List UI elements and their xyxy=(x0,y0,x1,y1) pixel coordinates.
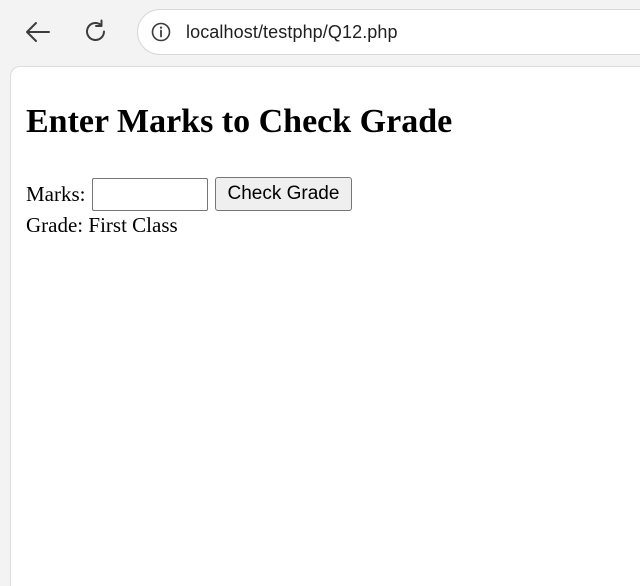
page-viewport: Enter Marks to Check Grade Marks: Check … xyxy=(10,66,640,586)
browser-toolbar: localhost/testphp/Q12.php xyxy=(0,0,640,66)
marks-label: Marks: xyxy=(26,181,86,206)
reload-icon[interactable] xyxy=(82,18,110,46)
marks-form: Marks: Check Grade xyxy=(26,177,353,211)
grade-label: Grade: xyxy=(26,213,84,237)
check-grade-button[interactable]: Check Grade xyxy=(214,177,353,211)
page-title: Enter Marks to Check Grade xyxy=(26,103,453,140)
address-bar[interactable]: localhost/testphp/Q12.php xyxy=(137,9,640,55)
grade-value: First Class xyxy=(88,213,178,237)
info-icon[interactable] xyxy=(150,21,172,43)
grade-result: Grade: First Class xyxy=(26,213,178,238)
marks-input[interactable] xyxy=(91,177,208,211)
url-text[interactable]: localhost/testphp/Q12.php xyxy=(186,22,398,43)
back-arrow-icon[interactable] xyxy=(24,18,52,46)
